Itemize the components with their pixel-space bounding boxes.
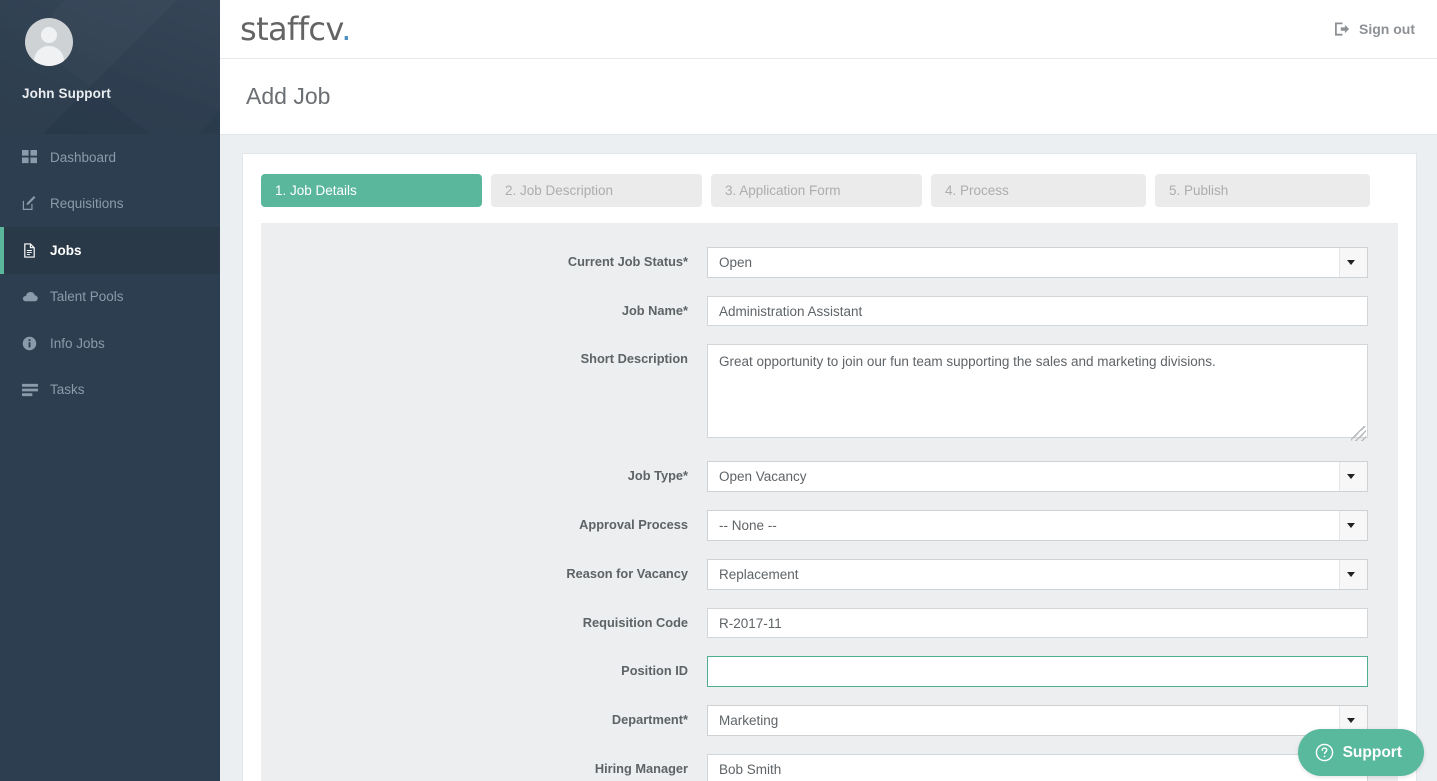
short-description-textarea[interactable]: Great opportunity to join our fun team s… bbox=[707, 344, 1368, 438]
brand-logo-dot: . bbox=[341, 10, 351, 48]
pencil-square-icon bbox=[22, 196, 46, 211]
avatar-body bbox=[34, 46, 64, 66]
chevron-down-icon-wrap: Open bbox=[707, 247, 1368, 278]
field-row-position-id: Position ID bbox=[261, 656, 1398, 687]
label-job-type: Job Type* bbox=[627, 468, 688, 483]
reason-for-vacancy-select[interactable]: Replacement bbox=[707, 559, 1368, 590]
sidebar-item-talent-pools[interactable]: Talent Pools bbox=[0, 274, 220, 321]
chevron-down-icon-wrap: Open Vacancy bbox=[707, 461, 1368, 492]
app-root: John Support Dashboard Requisitions Jobs… bbox=[0, 0, 1437, 781]
sidebar-item-label: Talent Pools bbox=[50, 289, 124, 305]
tab-job-description[interactable]: 2. Job Description bbox=[491, 174, 702, 207]
job-details-form: Current Job Status* Open Job Name* Admin… bbox=[261, 223, 1398, 781]
field-row-current-job-status: Current Job Status* Open bbox=[261, 247, 1398, 278]
main-area: staffcv. Sign out Add Job 1. Job Details… bbox=[220, 0, 1437, 781]
sidebar-pattern bbox=[0, 0, 220, 134]
field-row-requisition-code: Requisition Code bbox=[261, 608, 1398, 638]
sidebar-header: John Support bbox=[0, 0, 220, 134]
sidebar-item-label: Jobs bbox=[50, 242, 82, 258]
label-short-description: Short Description bbox=[580, 351, 688, 366]
topbar: staffcv. Sign out bbox=[220, 0, 1437, 59]
label-approval-process: Approval Process bbox=[579, 517, 688, 532]
field-row-reason-for-vacancy: Reason for Vacancy Replacement bbox=[261, 559, 1398, 590]
job-form-card: 1. Job Details 2. Job Description 3. App… bbox=[242, 153, 1417, 781]
file-icon bbox=[22, 243, 46, 258]
field-row-hiring-manager: Hiring Manager bbox=[261, 754, 1398, 781]
sidebar-item-label: Requisitions bbox=[50, 196, 124, 212]
label-current-job-status: Current Job Status* bbox=[567, 254, 688, 269]
label-job-name: Job Name* bbox=[621, 303, 688, 318]
sidebar-item-requisitions[interactable]: Requisitions bbox=[0, 181, 220, 228]
sidebar-item-label: Dashboard bbox=[50, 149, 117, 165]
sign-out-label: Sign out bbox=[1359, 21, 1415, 37]
label-requisition-code: Requisition Code bbox=[582, 615, 688, 630]
label-department: Department* bbox=[611, 712, 688, 727]
chevron-down-icon-wrap: Replacement bbox=[707, 559, 1368, 590]
page-title: Add Job bbox=[246, 83, 331, 109]
content-area: 1. Job Details 2. Job Description 3. App… bbox=[220, 135, 1437, 781]
field-row-short-description: Short Description Great opportunity to j… bbox=[261, 344, 1398, 443]
tab-application-form[interactable]: 3. Application Form bbox=[711, 174, 922, 207]
brand-logo[interactable]: staffcv. bbox=[230, 10, 351, 48]
avatar-head bbox=[41, 27, 57, 43]
sign-out-button[interactable]: Sign out bbox=[1335, 21, 1415, 37]
sidebar: John Support Dashboard Requisitions Jobs… bbox=[0, 0, 220, 781]
job-name-input[interactable] bbox=[707, 296, 1368, 326]
sidebar-item-jobs[interactable]: Jobs bbox=[0, 227, 220, 274]
department-select[interactable]: Marketing bbox=[707, 705, 1368, 736]
sign-out-icon bbox=[1335, 22, 1350, 36]
avatar[interactable] bbox=[25, 18, 73, 66]
tab-job-details[interactable]: 1. Job Details bbox=[261, 174, 482, 207]
page-header: Add Job bbox=[220, 59, 1437, 135]
support-button[interactable]: Support bbox=[1297, 729, 1424, 776]
sidebar-item-info-jobs[interactable]: Info Jobs bbox=[0, 320, 220, 367]
sidebar-item-tasks[interactable]: Tasks bbox=[0, 367, 220, 414]
sidebar-item-dashboard[interactable]: Dashboard bbox=[0, 134, 220, 181]
position-id-input[interactable] bbox=[707, 656, 1368, 687]
cloud-icon bbox=[22, 289, 46, 304]
brand-logo-text: staffcv bbox=[240, 10, 342, 48]
hiring-manager-input[interactable] bbox=[707, 754, 1368, 781]
grid-icon bbox=[22, 149, 46, 165]
tab-process[interactable]: 4. Process bbox=[931, 174, 1146, 207]
info-circle-icon bbox=[22, 336, 46, 351]
chevron-down-icon-wrap: -- None -- bbox=[707, 510, 1368, 541]
question-circle-icon bbox=[1315, 743, 1334, 762]
sidebar-item-label: Info Jobs bbox=[50, 335, 105, 351]
sidebar-nav: Dashboard Requisitions Jobs Talent Pools… bbox=[0, 134, 220, 413]
job-type-select[interactable]: Open Vacancy bbox=[707, 461, 1368, 492]
sidebar-item-label: Tasks bbox=[50, 382, 85, 398]
field-row-job-name: Job Name* bbox=[261, 296, 1398, 326]
label-position-id: Position ID bbox=[621, 663, 688, 678]
wizard-steps: 1. Job Details 2. Job Description 3. App… bbox=[261, 174, 1398, 207]
tab-publish[interactable]: 5. Publish bbox=[1155, 174, 1370, 207]
approval-process-select[interactable]: -- None -- bbox=[707, 510, 1368, 541]
list-icon bbox=[22, 383, 46, 397]
user-name: John Support bbox=[22, 86, 111, 101]
field-row-approval-process: Approval Process -- None -- bbox=[261, 510, 1398, 541]
requisition-code-input[interactable] bbox=[707, 608, 1368, 638]
field-row-department: Department* Marketing bbox=[261, 705, 1398, 736]
current-job-status-select[interactable]: Open bbox=[707, 247, 1368, 278]
field-row-job-type: Job Type* Open Vacancy bbox=[261, 461, 1398, 492]
label-hiring-manager: Hiring Manager bbox=[594, 761, 688, 776]
support-label: Support bbox=[1342, 743, 1402, 761]
chevron-down-icon-wrap: Marketing bbox=[707, 705, 1368, 736]
label-reason-for-vacancy: Reason for Vacancy bbox=[566, 566, 688, 581]
